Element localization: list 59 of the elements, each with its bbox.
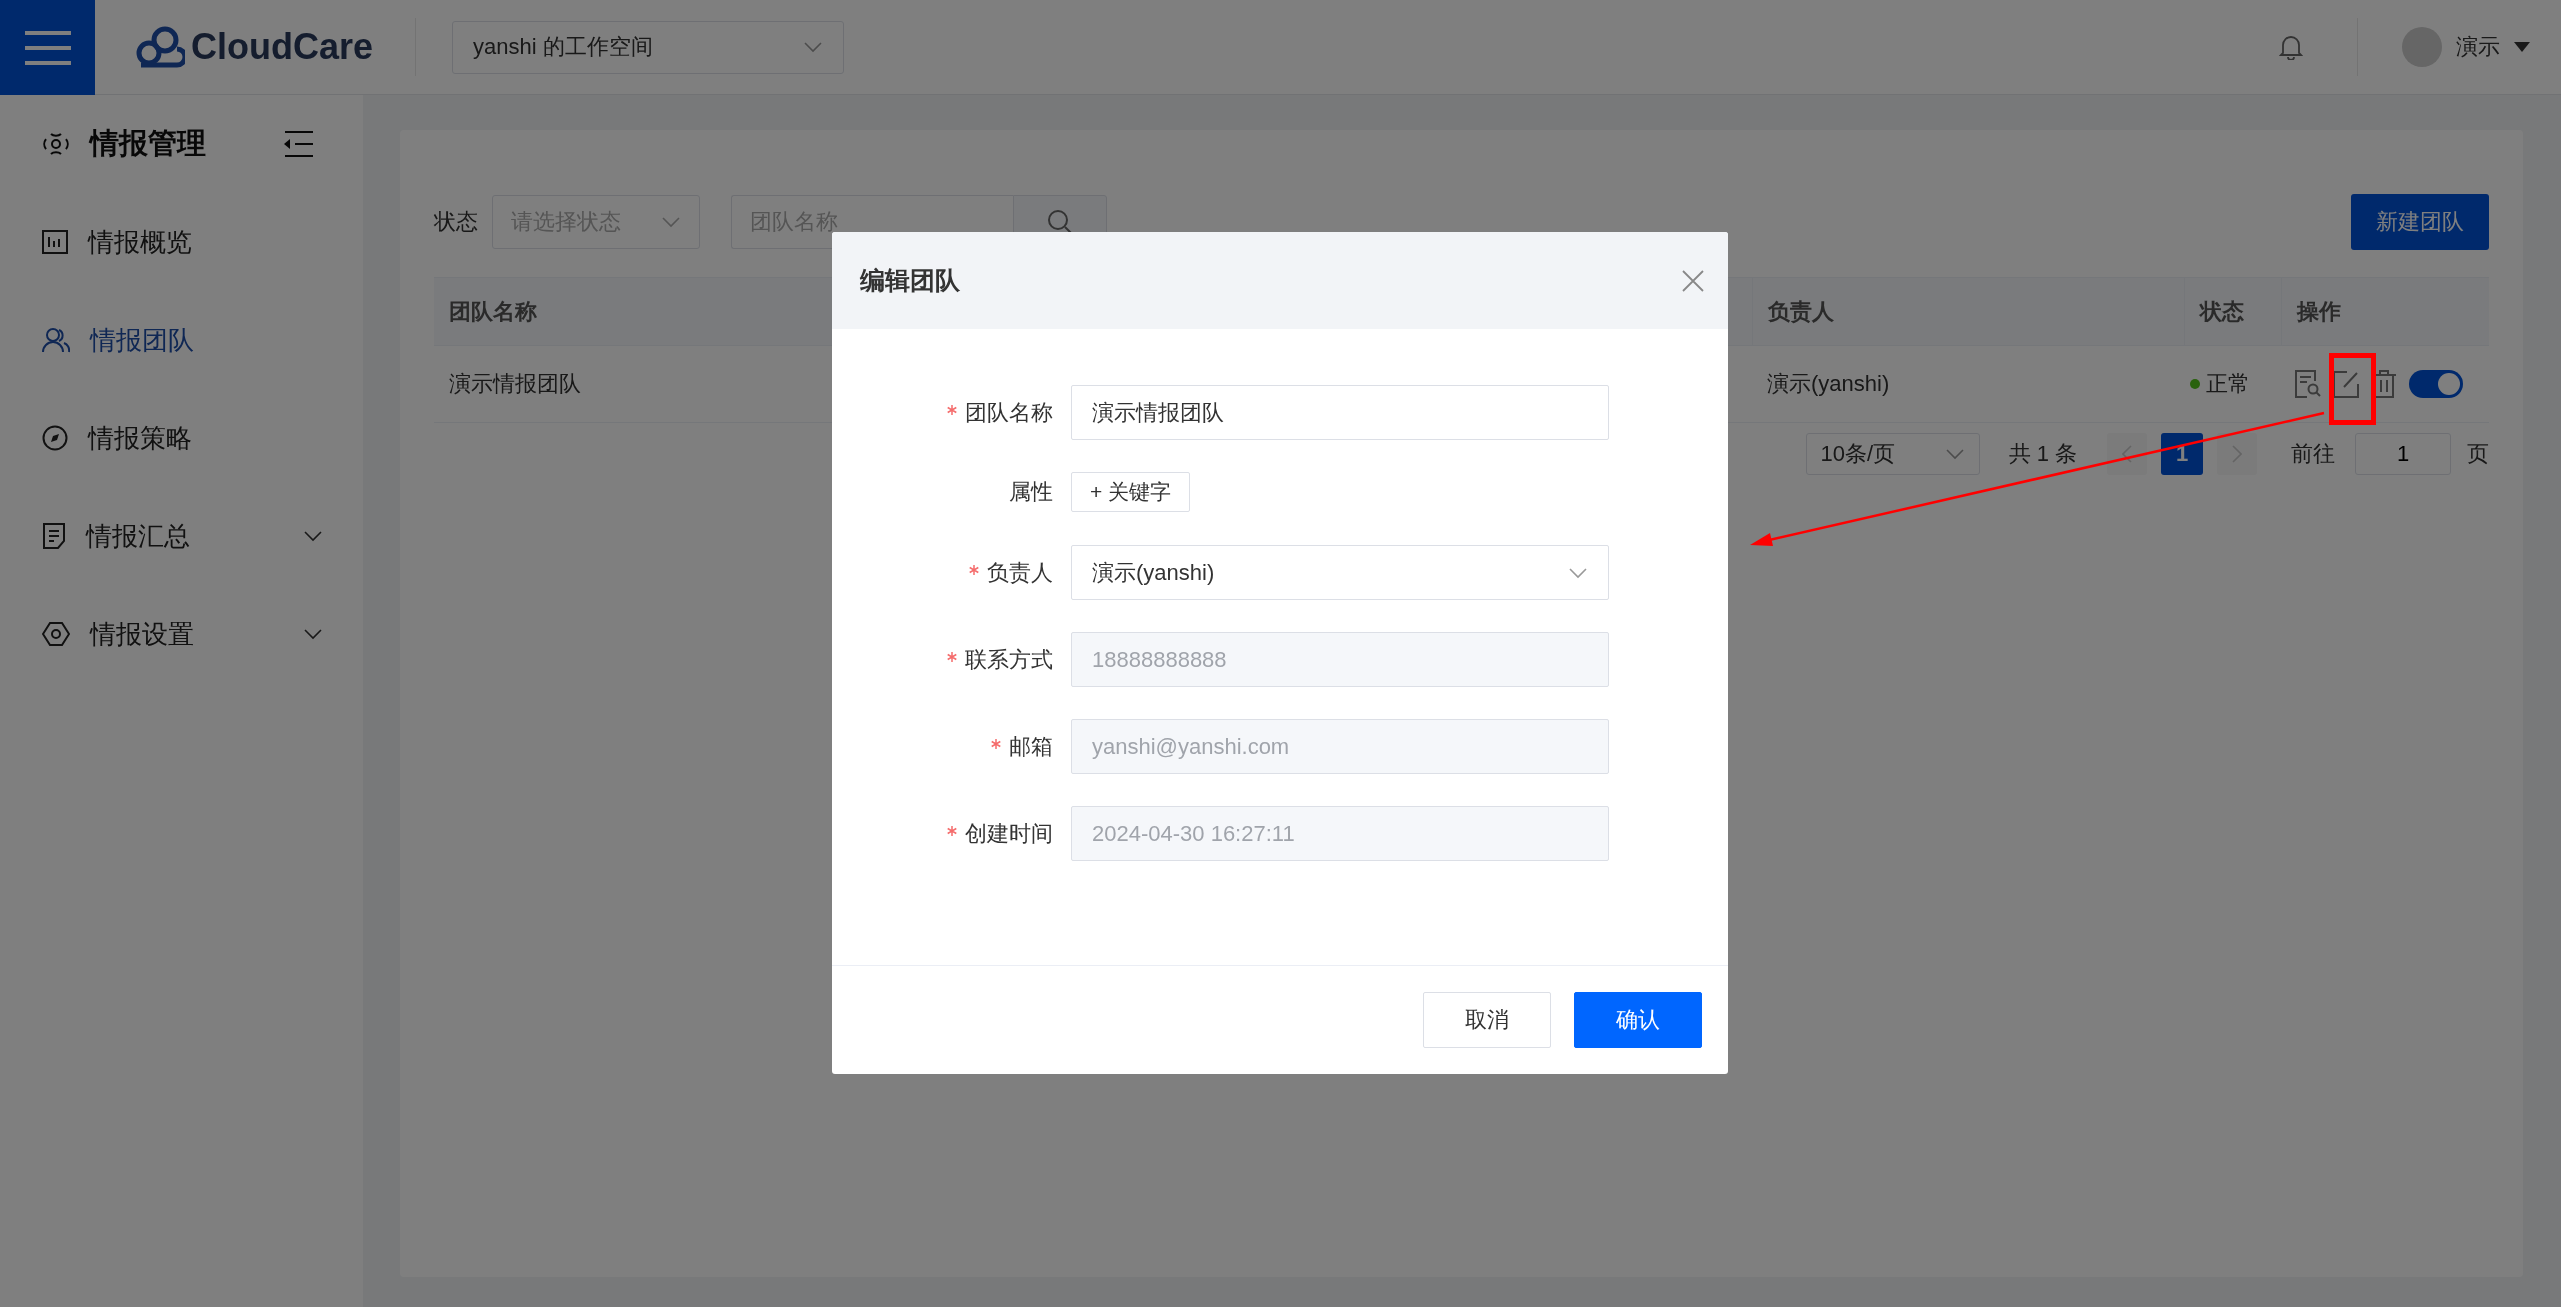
sidebar-item[interactable]: 情报概览 [0,193,363,291]
collapse-icon[interactable] [283,131,313,157]
sidebar-title: 情报管理 [90,126,207,161]
field-label: 属性 [1009,478,1053,506]
bar-chart-icon [42,230,68,254]
field-label: 创建时间 [965,819,1053,848]
column-header: 负责人 [1752,277,2184,346]
confirm-button[interactable]: 确认 [1574,992,1702,1048]
owner-select[interactable]: 演示(yanshi) [1071,545,1609,600]
toggle-switch[interactable] [2409,370,2463,398]
chevron-down-icon [661,216,681,228]
field-label: 邮箱 [1009,732,1053,761]
caret-icon [2514,42,2530,52]
cancel-button[interactable]: 取消 [1423,992,1551,1048]
page-size-select[interactable]: 10条/页 [1805,433,1980,475]
avatar [2402,27,2442,67]
menu-button[interactable] [0,0,95,95]
total-count: 共 1 条 [2008,440,2077,468]
sidebar-item[interactable]: 情报策略 [0,389,363,487]
users-icon [42,327,70,353]
close-icon[interactable] [1682,269,1704,292]
edit-icon[interactable] [2333,370,2359,398]
user-menu[interactable]: 演示 [2402,27,2530,67]
field-label: 负责人 [987,558,1053,587]
chevron-down-icon [303,628,323,640]
chevron-down-icon [803,41,824,53]
highlight-box [2329,353,2376,425]
table-cell: 演示(yanshi) [1752,346,2184,423]
radar-icon [42,131,70,157]
text-field[interactable]: 演示情报团队 [1071,385,1609,440]
status-text: 正常 [2206,370,2250,398]
page-button[interactable]: 1 [2161,433,2203,475]
workspace-select[interactable]: yanshi 的工作空间 [452,20,845,74]
sidebar-item[interactable]: 情报汇总 [0,487,363,585]
bell-icon[interactable] [2279,34,2303,60]
brand-name: CloudCare [191,26,374,68]
field-label: 联系方式 [965,645,1053,674]
sidebar-item[interactable]: 情报团队 [0,291,363,389]
chevron-left-icon [2122,445,2132,463]
new-team-button[interactable]: 新建团队 [2351,194,2489,250]
sidebar-item[interactable]: 情报设置 [0,585,363,683]
column-header: 操作 [2281,277,2489,346]
document-icon [42,523,66,549]
filter-label: 状态 [434,208,478,236]
goto-label: 前往 [2291,440,2335,468]
search-icon [1047,209,1073,235]
column-header: 状态 [2184,277,2281,346]
page-number-field[interactable]: 1 [2355,433,2451,475]
status-dot [2190,379,2200,389]
logo-icon [135,25,185,69]
compass-icon [42,425,68,451]
page-suffix: 页 [2467,440,2489,468]
chevron-down-icon [1568,566,1588,579]
add-keyword-button[interactable]: + 关键字 [1071,472,1191,512]
menu-icon [24,30,71,65]
chevron-down-icon [1944,448,1965,460]
view-details-icon[interactable] [2295,370,2321,398]
chevron-down-icon [303,530,323,542]
settings-icon [42,621,70,647]
